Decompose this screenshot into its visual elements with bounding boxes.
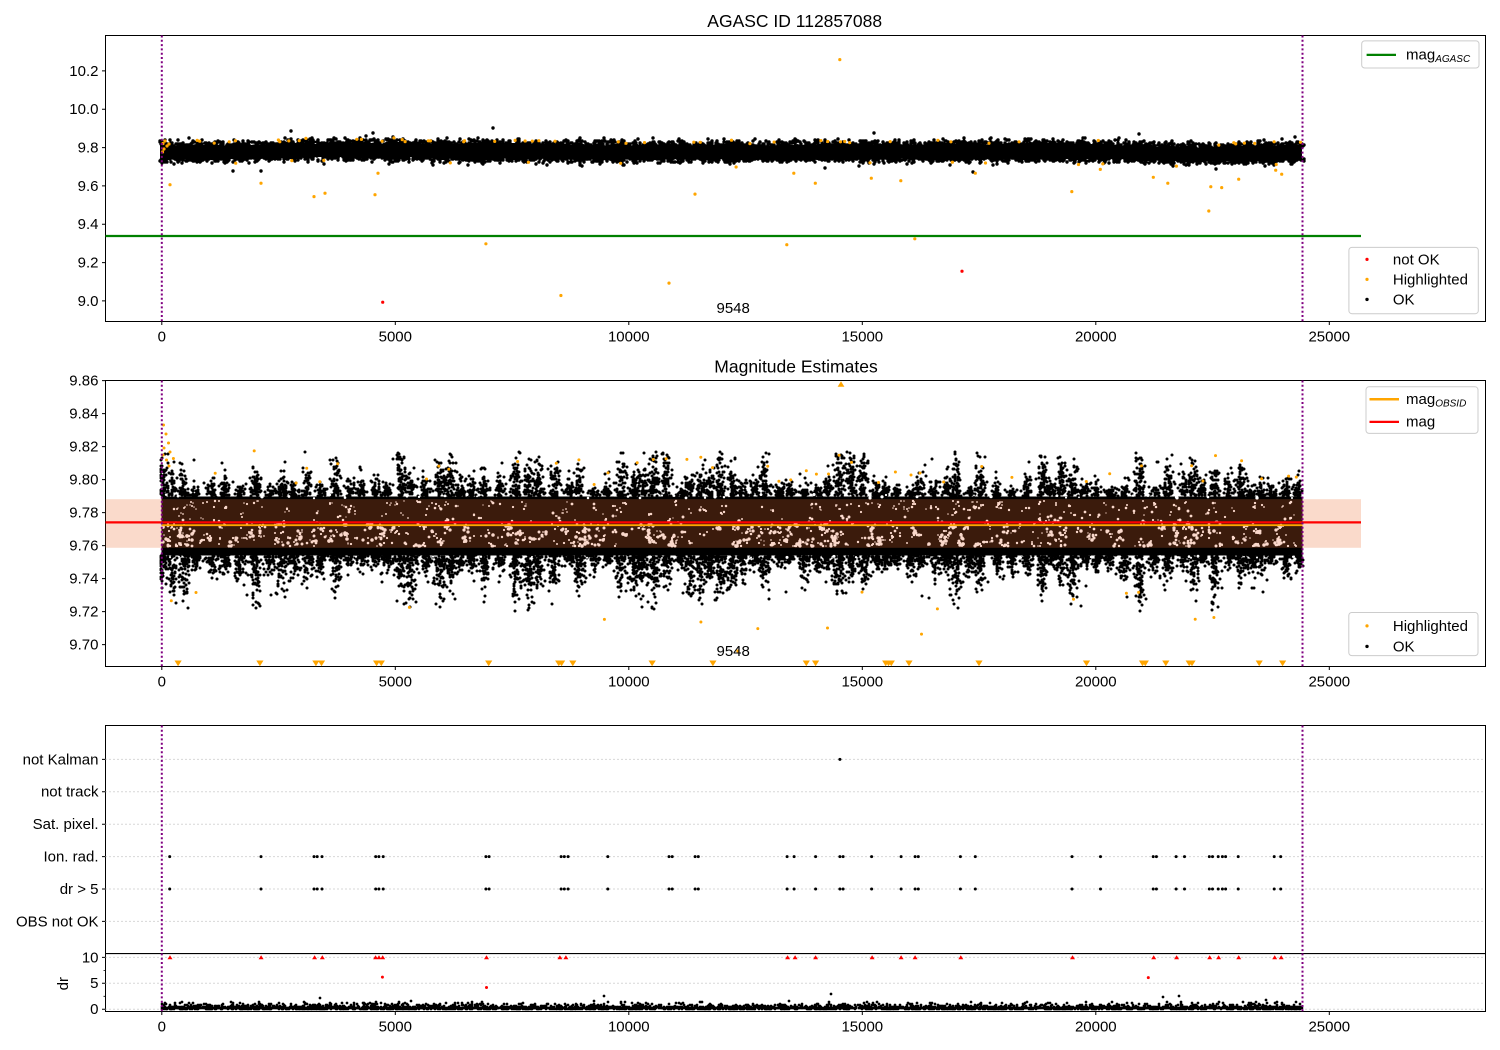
svg-text:5000: 5000: [379, 329, 412, 346]
svg-text:0: 0: [158, 1019, 166, 1036]
svg-text:9.74: 9.74: [69, 571, 98, 588]
svg-text:9.2: 9.2: [78, 255, 99, 272]
svg-text:OK: OK: [1393, 638, 1415, 655]
svg-text:9.84: 9.84: [69, 406, 98, 423]
svg-text:9.6: 9.6: [78, 178, 99, 195]
svg-text:20000: 20000: [1075, 329, 1117, 346]
svg-text:9548: 9548: [717, 643, 750, 660]
svg-text:0: 0: [90, 1001, 98, 1018]
svg-text:Magnitude Estimates: Magnitude Estimates: [714, 356, 878, 376]
svg-text:9.4: 9.4: [78, 216, 99, 233]
svg-text:mag: mag: [1406, 414, 1435, 431]
svg-text:25000: 25000: [1308, 329, 1350, 346]
svg-text:15000: 15000: [841, 674, 883, 691]
svg-text:9.70: 9.70: [69, 637, 98, 654]
svg-text:10000: 10000: [608, 674, 650, 691]
svg-text:10.0: 10.0: [69, 101, 98, 118]
svg-text:0: 0: [158, 674, 166, 691]
svg-text:9.80: 9.80: [69, 472, 98, 489]
svg-text:not OK: not OK: [1393, 251, 1440, 268]
svg-text:15000: 15000: [841, 1019, 883, 1036]
svg-text:10.2: 10.2: [69, 63, 98, 80]
svg-text:Ion. rad.: Ion. rad.: [43, 849, 98, 866]
svg-text:5000: 5000: [379, 1019, 412, 1036]
svg-text:25000: 25000: [1308, 674, 1350, 691]
svg-text:9.0: 9.0: [78, 293, 99, 310]
svg-text:15000: 15000: [841, 329, 883, 346]
svg-text:9.78: 9.78: [69, 505, 98, 522]
svg-text:Sat. pixel.: Sat. pixel.: [33, 816, 99, 833]
svg-text:10000: 10000: [608, 329, 650, 346]
svg-text:9.82: 9.82: [69, 439, 98, 456]
svg-text:5: 5: [90, 975, 98, 992]
svg-text:10: 10: [82, 949, 99, 966]
svg-text:20000: 20000: [1075, 1019, 1117, 1036]
svg-text:9.86: 9.86: [69, 373, 98, 390]
svg-text:5000: 5000: [379, 674, 412, 691]
svg-text:9.76: 9.76: [69, 538, 98, 555]
svg-text:OK: OK: [1393, 291, 1415, 308]
svg-text:10000: 10000: [608, 1019, 650, 1036]
svg-text:dr: dr: [55, 977, 72, 990]
svg-text:9.72: 9.72: [69, 604, 98, 621]
svg-text:0: 0: [158, 329, 166, 346]
svg-text:not Kalman: not Kalman: [23, 751, 99, 768]
svg-text:Highlighted: Highlighted: [1393, 271, 1468, 288]
svg-text:AGASC ID 112857088: AGASC ID 112857088: [707, 11, 882, 31]
svg-text:Highlighted: Highlighted: [1393, 618, 1468, 635]
svg-text:OBS not OK: OBS not OK: [16, 913, 99, 930]
svg-text:not track: not track: [41, 784, 99, 801]
svg-text:25000: 25000: [1308, 1019, 1350, 1036]
svg-text:20000: 20000: [1075, 674, 1117, 691]
svg-text:9.8: 9.8: [78, 140, 99, 157]
svg-text:dr > 5: dr > 5: [60, 881, 99, 898]
svg-text:9548: 9548: [717, 300, 750, 317]
